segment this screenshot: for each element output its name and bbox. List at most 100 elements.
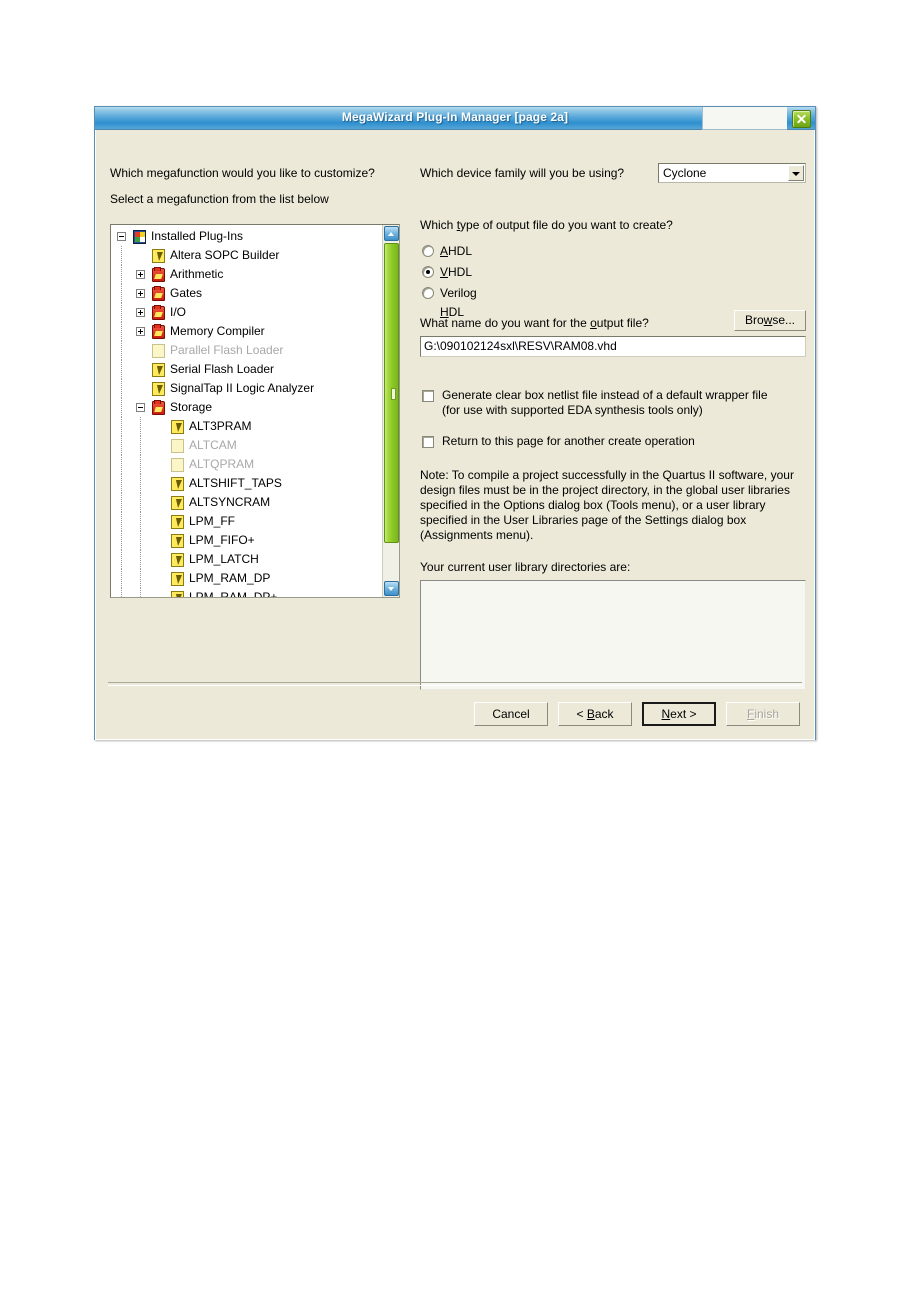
page-icon xyxy=(171,572,184,586)
dialog-titlebar[interactable]: MegaWizard Plug-In Manager [page 2a] xyxy=(95,107,815,130)
scroll-down-arrow-icon[interactable] xyxy=(384,581,399,596)
checkbox-box-return-to-this-page[interactable] xyxy=(422,436,434,448)
tree-expand-icon[interactable] xyxy=(136,270,145,279)
radio-button-verilog-hdl[interactable] xyxy=(422,287,434,299)
page-icon xyxy=(152,249,165,263)
output-file-input[interactable]: G:\090102124sxl\RESV\RAM08.vhd xyxy=(420,336,806,357)
dialog-title: MegaWizard Plug-In Manager [page 2a] xyxy=(341,110,569,124)
device-family-select[interactable]: Cyclone xyxy=(658,163,806,183)
cancel-button[interactable]: Cancel xyxy=(474,702,548,726)
checkbox-box-generate-clear-box-netlist[interactable] xyxy=(422,390,434,402)
chevron-down-icon[interactable] xyxy=(788,165,804,181)
folder-icon xyxy=(152,324,165,339)
tree-item-label: I/O xyxy=(170,305,187,319)
tree-item[interactable]: LPM_FIFO+ xyxy=(111,531,382,550)
device-family-value: Cyclone xyxy=(663,166,707,180)
tree-guide-line xyxy=(121,588,122,597)
tree-item[interactable]: Gates xyxy=(111,284,382,303)
user-library-listbox[interactable] xyxy=(420,580,806,690)
tree-item[interactable]: ALT3PRAM xyxy=(111,417,382,436)
page-icon xyxy=(171,420,184,434)
page-icon xyxy=(152,363,165,377)
tree-guide-line xyxy=(140,569,141,588)
tree-guide-line xyxy=(121,417,122,436)
tree-item-label: Memory Compiler xyxy=(170,324,265,338)
tree-collapse-icon[interactable] xyxy=(117,232,126,241)
browse-button[interactable]: Browse... xyxy=(734,310,806,331)
tree-guide-line xyxy=(140,455,141,474)
back-button[interactable]: < Back xyxy=(558,702,632,726)
tree-item[interactable]: ALTQPRAM xyxy=(111,455,382,474)
tree-item-label: LPM_FIFO+ xyxy=(189,533,255,547)
tree-item[interactable]: ALTSYNCRAM xyxy=(111,493,382,512)
tree-item-label: Parallel Flash Loader xyxy=(170,343,284,357)
radio-button-ahdl[interactable] xyxy=(422,245,434,257)
tree-guide-line xyxy=(140,493,141,512)
finish-button: Finish xyxy=(726,702,800,726)
tree-item[interactable]: ALTSHIFT_TAPS xyxy=(111,474,382,493)
tree-expand-icon[interactable] xyxy=(136,289,145,298)
tree-guide-line xyxy=(121,474,122,493)
tree-guide-line xyxy=(121,531,122,550)
scroll-up-arrow-icon[interactable] xyxy=(384,226,399,241)
tree-guide-line xyxy=(121,455,122,474)
scrollbar-thumb[interactable] xyxy=(384,243,399,543)
page-icon xyxy=(171,496,184,510)
tree-item[interactable]: Arithmetic xyxy=(111,265,382,284)
tree-item[interactable]: LPM_LATCH xyxy=(111,550,382,569)
tree-item[interactable]: Memory Compiler xyxy=(111,322,382,341)
page-icon xyxy=(171,515,184,529)
tree-item-label: LPM_FF xyxy=(189,514,236,528)
radio-label-ahdl: AHDL xyxy=(440,244,473,258)
tree-collapse-icon[interactable] xyxy=(136,403,145,412)
next-button[interactable]: Next > xyxy=(642,702,716,726)
tree-scrollbar[interactable] xyxy=(382,225,399,597)
footer-divider xyxy=(108,682,802,686)
tree-item[interactable]: Serial Flash Loader xyxy=(111,360,382,379)
blank-icon xyxy=(152,344,165,358)
compile-note: Note: To compile a project successfully … xyxy=(420,468,794,542)
tree-item-label: Arithmetic xyxy=(170,267,224,281)
tree-item-label: Installed Plug-Ins xyxy=(151,229,244,243)
tree-item[interactable]: Storage xyxy=(111,398,382,417)
tree-item-label: LPM_RAM_DP+ xyxy=(189,590,278,597)
user-library-question: Your current user library directories ar… xyxy=(420,560,631,574)
close-icon[interactable] xyxy=(792,110,811,128)
tree-guide-line xyxy=(121,322,122,341)
blank-icon xyxy=(171,458,184,472)
tree-guide-line xyxy=(140,531,141,550)
tree-guide-line xyxy=(140,474,141,493)
megafunction-subtitle: Select a megafunction from the list belo… xyxy=(110,192,329,206)
tree-item[interactable]: SignalTap II Logic Analyzer xyxy=(111,379,382,398)
page-icon xyxy=(171,553,184,567)
tree-item-label: SignalTap II Logic Analyzer xyxy=(170,381,315,395)
tree-guide-line xyxy=(140,588,141,597)
tree-item[interactable]: LPM_RAM_DP xyxy=(111,569,382,588)
tree-guide-line xyxy=(121,569,122,588)
tree-item[interactable]: I/O xyxy=(111,303,382,322)
tree-item[interactable]: ALTCAM xyxy=(111,436,382,455)
tree-item[interactable]: Altera SOPC Builder xyxy=(111,246,382,265)
tree-expand-icon[interactable] xyxy=(136,327,145,336)
tree-item[interactable]: Parallel Flash Loader xyxy=(111,341,382,360)
tree-item-label: LPM_RAM_DP xyxy=(189,571,271,585)
output-file-question: What name do you want for the output fil… xyxy=(420,316,649,330)
megawizard-dialog: MegaWizard Plug-In Manager [page 2a] Whi… xyxy=(94,106,816,740)
tree-guide-line xyxy=(121,512,122,531)
output-type-question: Which type of output file do you want to… xyxy=(420,218,673,232)
tree-expand-icon[interactable] xyxy=(136,308,145,317)
tree-guide-line xyxy=(121,550,122,569)
dialog-client-area: Which megafunction would you like to cus… xyxy=(95,130,815,740)
tree-item[interactable]: Installed Plug-Ins xyxy=(111,227,382,246)
page-icon xyxy=(152,382,165,396)
tree-items-container: Installed Plug-Ins Altera SOPC Builder Ari… xyxy=(111,225,382,597)
tree-item[interactable]: LPM_FF xyxy=(111,512,382,531)
tree-item[interactable]: LPM_RAM_DP+ xyxy=(111,588,382,597)
footer-buttons: Cancel < Back Next > Finish xyxy=(464,702,800,726)
page-icon xyxy=(171,534,184,548)
folder-icon xyxy=(152,400,165,415)
megafunction-tree[interactable]: Installed Plug-Ins Altera SOPC Builder Ari… xyxy=(110,224,400,598)
tree-guide-line xyxy=(121,398,122,417)
tree-item-label: LPM_LATCH xyxy=(189,552,259,566)
radio-button-vhdl[interactable] xyxy=(422,266,434,278)
